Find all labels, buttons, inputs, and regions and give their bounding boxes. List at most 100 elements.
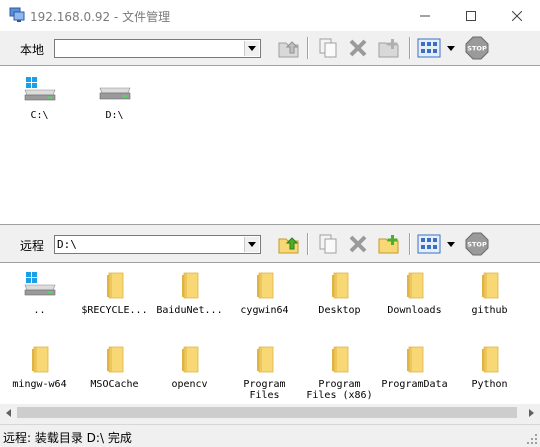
folder-icon [77,345,152,379]
remote-path-combo[interactable]: D:\ [54,235,261,254]
item-label: D:\ [105,110,124,121]
svg-text:STOP: STOP [467,45,487,53]
drive-item[interactable]: C:\ [2,72,77,140]
copy-icon [319,234,337,254]
folder-icon [452,271,527,305]
folder-icon [302,271,377,305]
stop-icon: STOP [465,36,489,60]
local-up-folder-button[interactable] [276,36,302,60]
maximize-button[interactable] [448,0,494,31]
toolbar-separator [409,233,411,255]
scroll-right-arrow[interactable] [523,404,540,421]
scroll-thumb[interactable] [17,407,517,418]
remote-stop-button[interactable]: STOP [464,232,490,256]
local-file-pane[interactable]: C:\ D:\ [0,65,540,225]
status-text: 远程: 装载目录 D:\ 完成 [3,431,132,445]
windows-drive-icon [2,76,77,110]
remote-view-button[interactable] [416,232,442,256]
view-grid-icon [417,234,441,254]
folder-icon [302,345,377,379]
folder-icon [152,271,227,305]
folder-item[interactable]: Program Files (x86) [302,341,377,404]
windows-drive-icon [2,271,77,305]
remote-view-dropdown[interactable] [444,232,458,256]
item-label: .. [33,305,46,316]
title-bar: 192.168.0.92 - 文件管理 [0,0,540,31]
folder-icon [377,345,452,379]
folder-item[interactable]: cygwin64 [227,267,302,335]
remote-delete-button[interactable] [345,232,371,256]
item-label: MSOCache [90,379,139,390]
folder-item[interactable]: ProgramData [377,341,452,404]
folder-item[interactable]: github [452,267,527,335]
folder-item[interactable]: Program Files [227,341,302,404]
close-button[interactable] [494,0,540,31]
drive-item[interactable]: .. [2,267,77,335]
folder-icon [227,345,302,379]
folder-item[interactable]: Python [452,341,527,404]
folder-item[interactable]: BaiduNet... [152,267,227,335]
svg-text:STOP: STOP [467,241,487,249]
drive-icon [77,76,152,110]
folder-item[interactable]: Downloads [377,267,452,335]
scroll-left-arrow[interactable] [0,404,17,421]
folder-item[interactable]: Desktop [302,267,377,335]
item-label: opencv [171,379,208,390]
chevron-down-icon[interactable] [244,237,259,252]
new-folder-icon [378,235,399,254]
folder-icon [452,345,527,379]
horizontal-scrollbar[interactable] [0,404,540,421]
local-view-button[interactable] [416,36,442,60]
remote-label: 远程 [20,239,45,253]
app-computer-icon [9,7,25,23]
item-label: Program Files [243,379,286,401]
minimize-button[interactable] [402,0,448,31]
item-label: $RECYCLE... [81,305,148,316]
chevron-down-icon [447,241,455,247]
item-label: Program Files (x86) [306,379,373,401]
copy-icon [319,38,337,58]
chevron-down-icon[interactable] [244,41,259,56]
folder-icon [377,271,452,305]
item-label: C:\ [30,110,49,121]
new-folder-icon-disabled [378,39,399,58]
folder-item[interactable]: mingw-w64 [2,341,77,404]
folder-icon [152,345,227,379]
item-label: cygwin64 [240,305,289,316]
item-label: Desktop [318,305,361,316]
remote-file-pane[interactable]: .. $RECYCLE... BaiduNet... cygwin64 Desktop D… [0,262,540,404]
local-path-combo[interactable] [54,39,261,58]
toolbar-separator [409,37,411,59]
item-label: BaiduNet... [156,305,223,316]
remote-copy-button[interactable] [315,232,341,256]
up-folder-icon [278,237,299,254]
item-label: mingw-w64 [12,379,67,390]
folder-item[interactable]: opencv [152,341,227,404]
resize-grip-icon[interactable] [526,433,538,445]
delete-icon [349,39,367,57]
status-bar: 远程: 装载目录 D:\ 完成 [0,424,540,447]
folder-item[interactable]: $RECYCLE... [77,267,152,335]
local-new-folder-button[interactable] [376,36,402,60]
folder-icon [227,271,302,305]
remote-new-folder-button[interactable] [376,232,402,256]
local-delete-button[interactable] [345,36,371,60]
remote-path-value: D:\ [57,238,77,251]
delete-icon [349,235,367,253]
stop-icon: STOP [465,232,489,256]
folder-icon [77,271,152,305]
remote-up-folder-button[interactable] [276,232,302,256]
folder-item[interactable]: MSOCache [77,341,152,404]
item-label: github [471,305,508,316]
item-label: Python [471,379,508,390]
up-folder-icon-disabled [278,41,299,58]
local-stop-button[interactable]: STOP [464,36,490,60]
local-view-dropdown[interactable] [444,36,458,60]
local-copy-button[interactable] [315,36,341,60]
drive-item[interactable]: D:\ [77,72,152,140]
window-title: 192.168.0.92 - 文件管理 [30,10,171,24]
toolbar-separator [307,37,309,59]
remote-toolbar: 远程 D:\ STOP [0,227,540,261]
item-label: ProgramData [381,379,448,390]
local-label: 本地 [20,43,45,57]
